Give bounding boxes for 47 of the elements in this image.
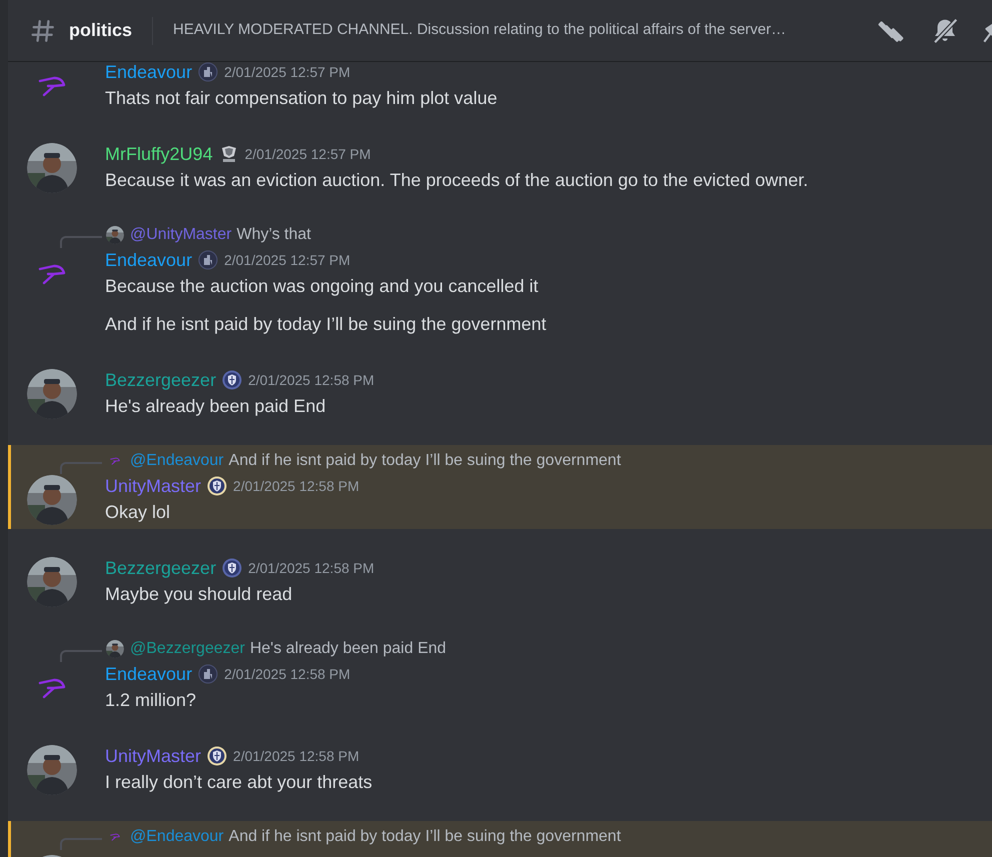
author-name[interactable]: MrFluffy2U94 <box>105 140 213 168</box>
timestamp: 2/01/2025 12:58 PM <box>248 370 374 390</box>
building-badge-icon <box>198 664 218 684</box>
message-text: 1.2 million? <box>105 689 198 712</box>
timestamp: 2/01/2025 12:58 PM <box>224 664 350 684</box>
author-name[interactable]: Bezzergeezer <box>105 366 216 394</box>
reply-mention[interactable]: @UnityMaster <box>130 223 232 247</box>
message-text: And if he isnt paid by today I’ll be suing the government <box>105 313 546 336</box>
hash-icon <box>30 18 56 44</box>
message-text: He's already been paid End <box>105 395 327 418</box>
author-name[interactable]: Bezzergeezer <box>105 554 216 582</box>
reply-preview[interactable]: He's already been paid End <box>250 637 446 661</box>
reply-mention[interactable]: @Endeavour <box>130 825 224 849</box>
message-text: Because the auction was ongoing and you cancelled it <box>105 275 538 298</box>
author-name[interactable]: Endeavour <box>105 246 192 274</box>
shield-badge-icon <box>222 370 242 390</box>
shield-badge-icon <box>222 558 242 578</box>
author-name[interactable]: UnityMaster <box>105 472 202 500</box>
timestamp: 2/01/2025 12:57 PM <box>224 250 350 270</box>
reply-connector <box>60 236 102 248</box>
message-text: Maybe you should read <box>105 583 294 606</box>
reply-mention[interactable]: @Bezzergeezer <box>130 637 245 661</box>
timestamp: 2/01/2025 12:57 PM <box>224 62 350 82</box>
shield-badge-icon <box>207 746 228 766</box>
reply-connector <box>60 462 102 474</box>
building-badge-icon <box>198 62 218 82</box>
reply-connector <box>60 650 102 662</box>
reply-mention[interactable]: @Endeavour <box>130 449 224 473</box>
timestamp: 2/01/2025 12:58 PM <box>248 558 374 578</box>
shield-badge-icon <box>207 476 228 496</box>
channel-name: politics <box>69 19 132 42</box>
timestamp: 2/01/2025 12:58 PM <box>233 746 360 766</box>
author-name[interactable]: UnityMaster <box>105 742 202 770</box>
reply-connector <box>60 838 102 850</box>
channel-topic[interactable]: HEAVILY MODERATED CHANNEL. Discussion relating to the political affairs of the server… <box>173 19 864 42</box>
reply-preview[interactable]: And if he isnt paid by today I’ll be suing the government <box>228 825 621 849</box>
message-text: Thats not fair compensation to pay him plot value <box>105 87 498 110</box>
author-name[interactable]: Endeavour <box>105 660 192 688</box>
message-text: Because it was an eviction auction. The proceeds of the auction go to the evicted owner. <box>105 169 808 192</box>
reply-preview[interactable]: Why’s that <box>236 223 311 247</box>
building-badge-icon <box>198 250 218 270</box>
timestamp: 2/01/2025 12:58 PM <box>233 476 360 496</box>
reply-preview[interactable]: And if he isnt paid by today I’ll be suing the government <box>228 449 621 473</box>
message-text: I really don’t care abt your threats <box>105 771 372 794</box>
timestamp: 2/01/2025 12:57 PM <box>244 144 371 164</box>
message-text: Okay lol <box>105 501 172 524</box>
author-name[interactable]: Endeavour <box>105 62 192 86</box>
